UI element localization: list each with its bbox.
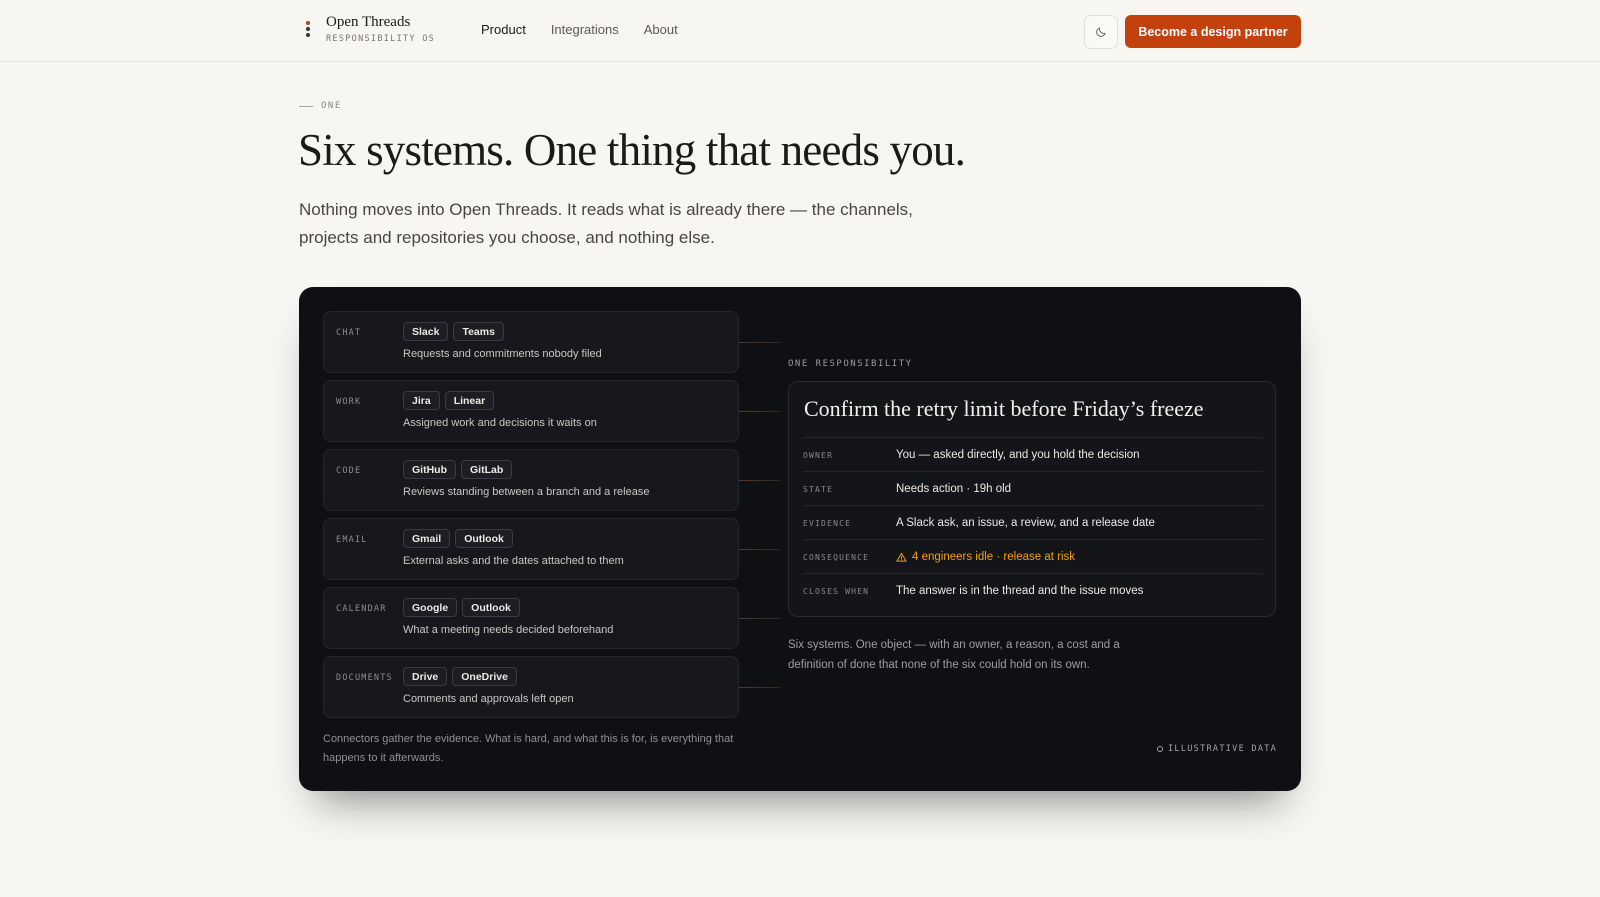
source-card-calendar: CALENDAR Google Outlook What a meeting n… (323, 587, 739, 649)
chip-outlook: Outlook (462, 598, 520, 617)
responsibility-label: ONE RESPONSIBILITY (788, 359, 913, 369)
responsibility-row-evidence: EVIDENCE A Slack ask, an issue, a review… (803, 505, 1263, 539)
connector-line (739, 342, 781, 343)
become-design-partner-button[interactable]: Become a design partner (1125, 15, 1301, 48)
responsibility-row-owner: OWNER You — asked directly, and you hold… (803, 437, 1263, 471)
row-value: The answer is in the thread and the issu… (896, 585, 1144, 597)
source-category: CHAT (336, 328, 362, 338)
source-category: WORK (336, 397, 362, 407)
main-nav: Product Integrations About (481, 22, 678, 37)
responsibility-title: Confirm the retry limit before Friday’s … (804, 396, 1204, 421)
status-ring-icon (1157, 746, 1163, 752)
consequence-text: 4 engineers idle · release at risk (912, 551, 1075, 563)
source-category: DOCUMENTS (336, 673, 393, 683)
connector-line (739, 687, 781, 688)
responsibility-row-consequence: CONSEQUENCE 4 engineers idle · release a… (803, 539, 1263, 573)
chip-onedrive: OneDrive (452, 667, 517, 686)
source-chips: Jira Linear (403, 391, 495, 410)
nav-link-integrations[interactable]: Integrations (551, 22, 619, 37)
brand-mark-icon (302, 19, 314, 39)
source-chips: Slack Teams (403, 322, 504, 341)
connector-line (739, 618, 781, 619)
source-card-chat: CHAT Slack Teams Requests and commitment… (323, 311, 739, 373)
eyebrow-rule (299, 105, 313, 107)
brand-name: Open Threads (326, 14, 411, 30)
chip-github: GitHub (403, 460, 456, 479)
sources-note: Connectors gather the evidence. What is … (323, 733, 734, 764)
brand-logo[interactable]: Open Threads RESPONSIBILITY OS (302, 14, 435, 44)
chip-gitlab: GitLab (461, 460, 513, 479)
connector-line (739, 480, 781, 481)
chip-teams: Teams (453, 322, 504, 341)
row-value: 4 engineers idle · release at risk (896, 551, 1075, 563)
source-description: External asks and the dates attached to … (403, 555, 624, 567)
theme-toggle-button[interactable] (1084, 15, 1118, 49)
source-description: Comments and approvals left open (403, 693, 574, 705)
connector-line (739, 411, 781, 412)
source-category: EMAIL (336, 535, 368, 545)
connector-line (739, 549, 781, 550)
responsibility-note: Six systems. One object — with an owner,… (788, 639, 1120, 671)
nav-link-about[interactable]: About (644, 22, 678, 37)
source-category: CODE (336, 466, 362, 476)
illustrative-data-badge: ILLUSTRATIVE DATA (1157, 744, 1277, 754)
row-value: Needs action · 19h old (896, 483, 1012, 495)
row-key: OWNER (803, 451, 834, 460)
row-value: You — asked directly, and you hold the d… (896, 449, 1140, 461)
responsibility-card: Confirm the retry limit before Friday’s … (788, 381, 1276, 617)
chip-slack: Slack (403, 322, 449, 341)
source-card-work: WORK Jira Linear Assigned work and decis… (323, 380, 739, 442)
brand-text: Open Threads RESPONSIBILITY OS (326, 14, 435, 44)
chip-gmail: Gmail (403, 529, 451, 548)
page-headline: Six systems. One thing that needs you. (298, 125, 966, 175)
source-card-code: CODE GitHub GitLab Reviews standing betw… (323, 449, 739, 511)
source-chips: Gmail Outlook (403, 529, 513, 548)
moon-icon (1096, 27, 1106, 37)
row-key: EVIDENCE (803, 519, 852, 528)
source-card-email: EMAIL Gmail Outlook External asks and th… (323, 518, 739, 580)
source-list: CHAT Slack Teams Requests and commitment… (323, 311, 739, 725)
source-chips: Google Outlook (403, 598, 520, 617)
illustration-panel: CHAT Slack Teams Requests and commitment… (299, 287, 1301, 791)
source-chips: Drive OneDrive (403, 667, 517, 686)
chip-jira: Jira (403, 391, 440, 410)
chip-drive: Drive (403, 667, 448, 686)
chip-outlook: Outlook (455, 529, 513, 548)
badge-label: ILLUSTRATIVE DATA (1168, 744, 1278, 754)
source-description: What a meeting needs decided beforehand (403, 624, 614, 636)
top-navigation-bar: Open Threads RESPONSIBILITY OS Product I… (0, 0, 1600, 62)
responsibility-row-closes-when: CLOSES WHEN The answer is in the thread … (803, 573, 1263, 607)
source-description: Reviews standing between a branch and a … (403, 486, 650, 498)
row-key: CLOSES WHEN (803, 587, 870, 596)
chip-linear: Linear (444, 391, 495, 410)
warning-icon (896, 552, 907, 563)
source-category: CALENDAR (336, 604, 387, 614)
source-chips: GitHub GitLab (403, 460, 513, 479)
row-key: CONSEQUENCE (803, 553, 870, 562)
nav-link-product[interactable]: Product (481, 22, 526, 37)
hero-lede: Nothing moves into Open Threads. It read… (299, 200, 913, 247)
responsibility-row-state: STATE Needs action · 19h old (803, 471, 1263, 505)
row-key: STATE (803, 485, 834, 494)
source-card-documents: DOCUMENTS Drive OneDrive Comments and ap… (323, 656, 739, 718)
brand-tagline: RESPONSIBILITY OS (326, 34, 436, 44)
chip-google: Google (403, 598, 458, 617)
row-value: A Slack ask, an issue, a review, and a r… (896, 517, 1155, 529)
section-eyebrow: ONE (299, 101, 342, 111)
source-description: Assigned work and decisions it waits on (403, 417, 597, 429)
eyebrow-label: ONE (321, 101, 342, 111)
source-description: Requests and commitments nobody filed (403, 348, 602, 360)
responsibility-rows: OWNER You — asked directly, and you hold… (803, 437, 1263, 607)
